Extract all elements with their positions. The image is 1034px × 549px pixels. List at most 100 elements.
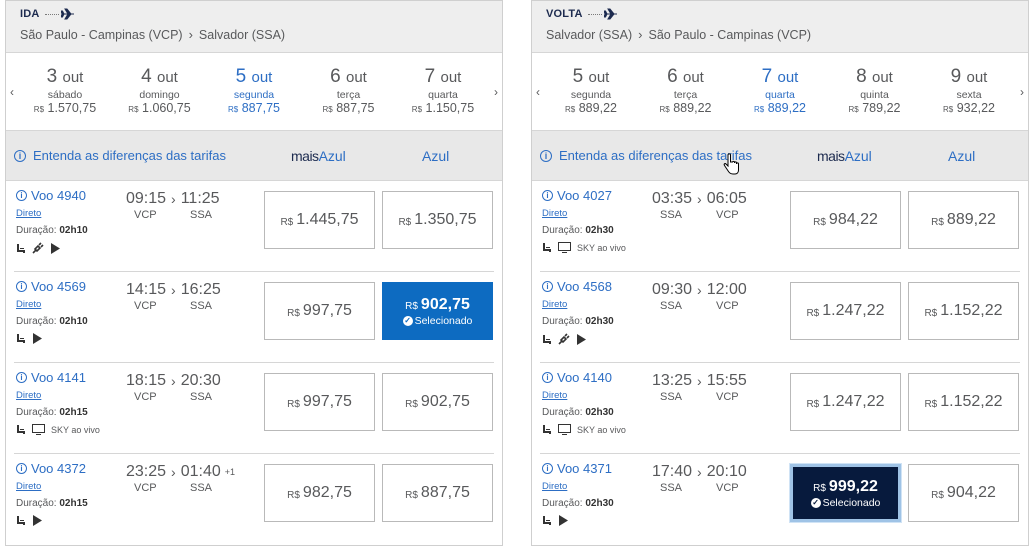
- next-date-arrow-icon[interactable]: ›: [1016, 85, 1028, 99]
- flight-row: i Voo 4372 Direto Duração: 02h15 23:25 › 01:40…: [14, 454, 494, 545]
- date-option[interactable]: 6 out terça R$ 887,75: [304, 66, 394, 117]
- fare-price-button[interactable]: R$ 1.445,75: [264, 191, 375, 249]
- fare-price-button[interactable]: R$ 997,75: [264, 282, 375, 340]
- flight-type-link[interactable]: Direto: [16, 208, 41, 219]
- info-icon: i: [14, 149, 26, 162]
- destination: Salvador (SSA): [198, 27, 286, 42]
- arrival-airport: VCP: [716, 209, 739, 221]
- flight-number-link[interactable]: i Voo 4569: [16, 279, 86, 294]
- date-month: out: [62, 69, 84, 86]
- fare-price-button[interactable]: R$ 902,75: [382, 373, 493, 431]
- currency: R$: [33, 105, 45, 114]
- fare-price-button[interactable]: R$ 1.247,22: [790, 373, 901, 431]
- chevron-right-icon: ›: [171, 191, 176, 207]
- departure-time: 14:15: [126, 281, 167, 298]
- currency: R$: [128, 105, 139, 114]
- date-option[interactable]: 9 out sexta R$ 932,22: [924, 66, 1014, 117]
- departure-airport: SSA: [660, 209, 683, 221]
- date-day: 3: [46, 66, 58, 87]
- plane-icon: [60, 8, 74, 20]
- arrival-airport: SSA: [190, 209, 213, 221]
- date-month: out: [157, 69, 178, 86]
- info-icon: i: [542, 463, 553, 474]
- date-price: 889,22: [578, 101, 617, 115]
- date-option[interactable]: 5 out segunda R$ 887,75: [209, 66, 299, 117]
- amenities: [542, 515, 568, 526]
- fare-price-button[interactable]: R$ 1.152,22: [908, 373, 1019, 431]
- fare-info-link[interactable]: i Entenda as diferenças das tarifas: [14, 148, 226, 163]
- fare-price-button[interactable]: R$ 984,22: [790, 191, 901, 249]
- prev-date-arrow-icon[interactable]: ‹: [6, 85, 18, 99]
- date-option[interactable]: 4 out domingo R$ 1.060,75: [115, 66, 205, 117]
- fare-price-button-selected[interactable]: R$ 902,75 ✓ Selecionado: [382, 282, 493, 340]
- flight-type-link[interactable]: Direto: [16, 299, 41, 310]
- flight-number-link[interactable]: i Voo 4371: [542, 461, 612, 476]
- departure-time: 17:40: [652, 463, 693, 480]
- fare-info-link[interactable]: i Entenda as diferenças das tarifas: [540, 148, 752, 163]
- currency: R$: [322, 105, 333, 114]
- tv-icon: [558, 424, 571, 435]
- date-option[interactable]: 3 out sábado R$ 1.570,75: [20, 66, 110, 117]
- flight-duration: Duração: 02h30: [542, 225, 614, 236]
- flight-type-link[interactable]: Direto: [16, 481, 41, 492]
- flight-number-link[interactable]: i Voo 4141: [16, 370, 86, 385]
- flight-number-link[interactable]: i Voo 4940: [16, 188, 86, 203]
- fare-price-button[interactable]: R$ 982,75: [264, 464, 375, 522]
- next-date-arrow-icon[interactable]: ›: [490, 85, 502, 99]
- prev-date-arrow-icon[interactable]: ‹: [532, 85, 544, 99]
- date-weekday: domingo: [139, 89, 180, 101]
- fare-price-button[interactable]: R$ 1.247,22: [790, 282, 901, 340]
- date-option[interactable]: 5 out segunda R$ 889,22: [546, 66, 636, 117]
- seat-icon: [17, 516, 25, 525]
- date-day: 6: [667, 66, 678, 87]
- arrival-airport: VCP: [716, 391, 739, 403]
- date-option[interactable]: 8 out quinta R$ 789,22: [830, 66, 920, 117]
- currency: R$: [565, 105, 576, 114]
- flight-type-link[interactable]: Direto: [542, 390, 567, 401]
- departure-time: 18:15: [126, 372, 167, 389]
- return-panel: VOLTA Salvador (SSA) › São Paulo - Campinas…: [531, 0, 1029, 546]
- fare-price-button[interactable]: R$ 1.152,22: [908, 282, 1019, 340]
- flight-times: 23:25 › 01:40 +1 VCP SSA: [126, 463, 256, 494]
- direction-label: IDA: [20, 8, 40, 20]
- date-month: out: [588, 69, 610, 86]
- flight-times: 17:40 › 20:10 SSA VCP: [652, 463, 782, 494]
- arrival-airport: VCP: [716, 300, 739, 312]
- flight-type-link[interactable]: Direto: [542, 481, 567, 492]
- date-option[interactable]: 7 out quarta R$ 1.150,75: [398, 66, 488, 117]
- flight-number-link[interactable]: i Voo 4568: [542, 279, 612, 294]
- flight-type-link[interactable]: Direto: [542, 208, 567, 219]
- fare-price-button-selected[interactable]: R$ 999,22 ✓ Selecionado: [790, 464, 901, 522]
- check-circle-icon: ✓: [402, 315, 413, 326]
- fare-price-button[interactable]: R$ 904,22: [908, 464, 1019, 522]
- info-icon: i: [540, 149, 552, 162]
- tv-icon: [558, 242, 571, 253]
- flight-number-link[interactable]: i Voo 4372: [16, 461, 86, 476]
- flight-number-link[interactable]: i Voo 4027: [542, 188, 612, 203]
- fare-price-button[interactable]: R$ 1.350,75: [382, 191, 493, 249]
- date-price: 1.150,75: [425, 101, 475, 115]
- flight-type-link[interactable]: Direto: [542, 299, 567, 310]
- tv-label: SKY ao vivo: [577, 242, 626, 253]
- arrival-time: 15:55: [706, 372, 747, 389]
- fare-maisazul-header: maisAzul: [291, 147, 346, 164]
- flight-type-link[interactable]: Direto: [16, 390, 41, 401]
- fare-maisazul-header: maisAzul: [817, 147, 872, 164]
- flight-row: i Voo 4140 Direto Duração: 02h30 SKY ao vivo…: [540, 363, 1020, 454]
- date-month: out: [440, 69, 462, 86]
- date-option[interactable]: 7 out quarta R$ 889,22: [735, 66, 825, 117]
- departure-airport: SSA: [660, 482, 683, 494]
- arrival-time: 06:05: [706, 190, 747, 207]
- date-day: 7: [424, 66, 436, 87]
- flight-number-link[interactable]: i Voo 4140: [542, 370, 612, 385]
- date-option[interactable]: 6 out terça R$ 889,22: [641, 66, 731, 117]
- flight-duration: Duração: 02h30: [542, 498, 614, 509]
- arrival-airport: SSA: [190, 482, 213, 494]
- fare-price-button[interactable]: R$ 889,22: [908, 191, 1019, 249]
- chevron-right-icon: ›: [171, 282, 176, 298]
- fare-price-button[interactable]: R$ 887,75: [382, 464, 493, 522]
- flight-duration: Duração: 02h15: [16, 498, 88, 509]
- fare-price-button[interactable]: R$ 997,75: [264, 373, 375, 431]
- seat-icon: [543, 425, 551, 434]
- info-icon: i: [16, 463, 27, 474]
